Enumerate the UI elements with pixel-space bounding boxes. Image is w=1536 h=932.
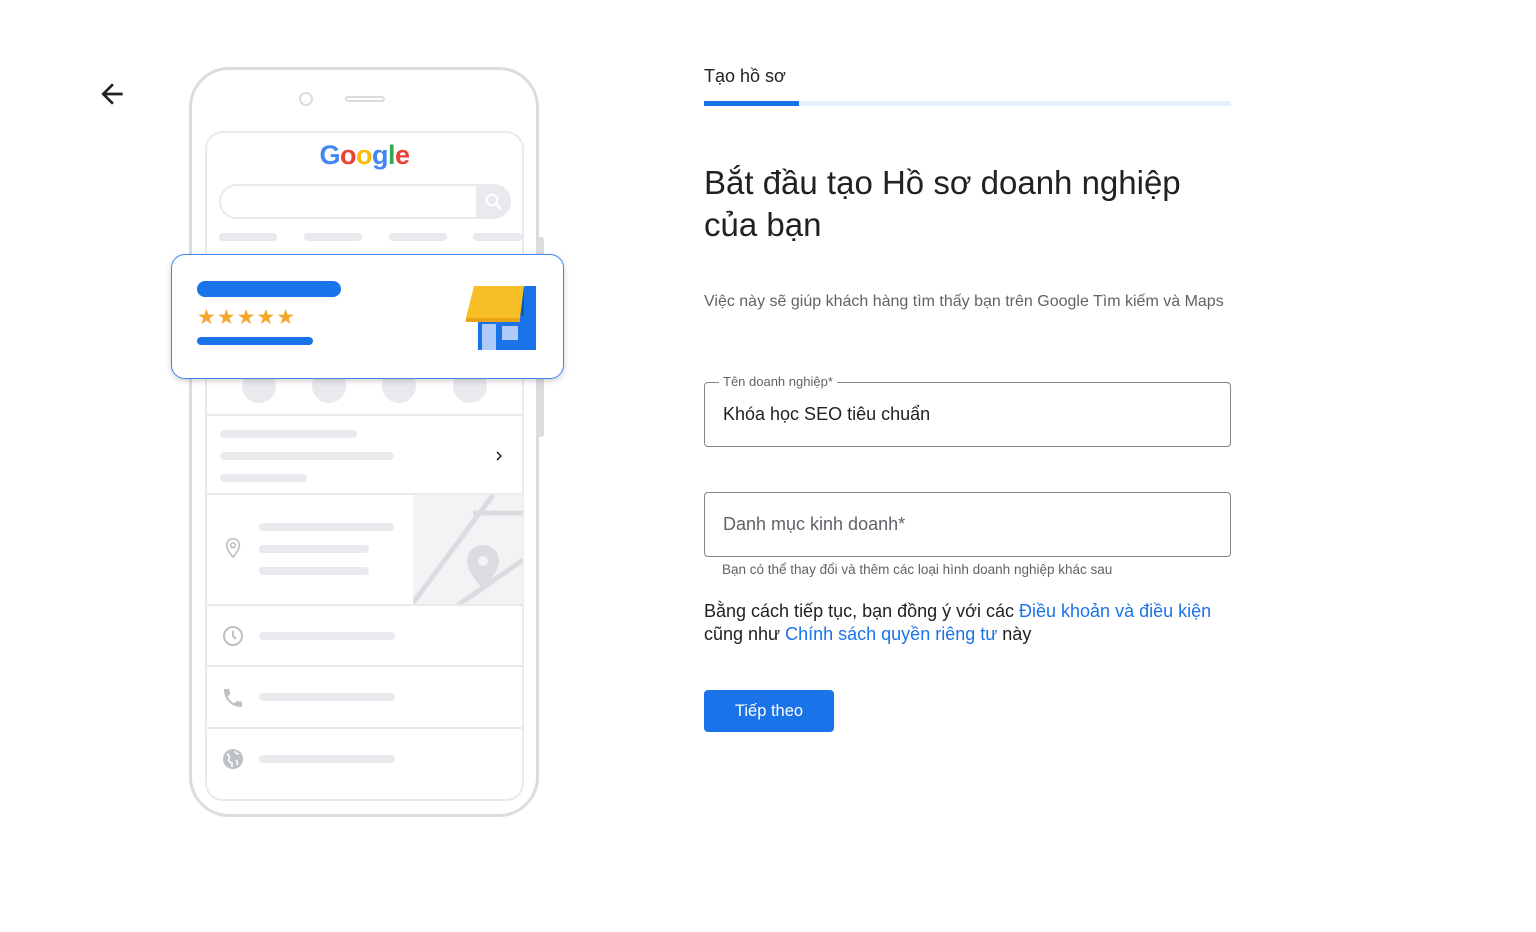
- placeholder-line: [259, 632, 395, 640]
- logo-letter: o: [355, 140, 373, 170]
- page-title: Bắt đầu tạo Hồ sơ doanh nghiệp của bạn: [704, 164, 1181, 243]
- placeholder-line: [259, 567, 369, 575]
- placeholder-line: [473, 233, 523, 241]
- placeholder-line: [259, 545, 369, 553]
- progress-bar-fill: [704, 101, 799, 106]
- storefront-icon: [466, 286, 536, 350]
- logo-letter: g: [371, 140, 389, 170]
- phone-camera: [299, 92, 313, 106]
- divider: [207, 665, 522, 667]
- search-icon: [485, 193, 503, 211]
- placeholder-line: [259, 523, 394, 531]
- location-pin-icon: [225, 538, 241, 559]
- logo-letter: o: [339, 140, 357, 170]
- placeholder-line: [220, 452, 394, 460]
- phone-icon: [224, 689, 242, 707]
- placeholder-line: [259, 755, 395, 763]
- phone-speaker: [345, 96, 385, 102]
- rating-stars: ★★★★★: [197, 305, 297, 329]
- back-button[interactable]: [96, 78, 128, 110]
- next-button[interactable]: Tiếp theo: [704, 690, 834, 732]
- page-description: Việc này sẽ giúp khách hàng tìm thấy bạn…: [704, 293, 1224, 310]
- terms-link[interactable]: Điều khoản và điều kiện: [1019, 601, 1211, 621]
- business-category-field[interactable]: [704, 492, 1231, 557]
- category-helper-text: Bạn có thể thay đổi và thêm các loại hìn…: [722, 562, 1113, 577]
- map-thumbnail: [413, 495, 523, 605]
- logo-letter: G: [319, 140, 340, 170]
- placeholder-line: [220, 430, 357, 438]
- clock-icon: [223, 626, 243, 646]
- arrow-left-icon: [101, 83, 123, 105]
- divider: [207, 414, 522, 416]
- business-category-input[interactable]: [723, 493, 1203, 556]
- globe-icon: [223, 749, 243, 769]
- divider: [207, 604, 522, 606]
- terms-suffix: này: [997, 624, 1032, 644]
- placeholder-line: [220, 474, 307, 482]
- business-name-input[interactable]: [723, 383, 1203, 446]
- placeholder-line: [197, 281, 341, 297]
- placeholder-line: [197, 337, 313, 345]
- divider: [207, 727, 522, 729]
- google-logo: Google: [205, 140, 524, 171]
- placeholder-line: [304, 233, 362, 241]
- privacy-link[interactable]: Chính sách quyền riêng tư: [785, 624, 997, 644]
- placeholder-line: [219, 233, 277, 241]
- terms-text: Bằng cách tiếp tục, bạn đồng ý với các Đ…: [704, 600, 1244, 646]
- terms-middle: cũng như: [704, 624, 786, 644]
- illustration-search-button: [476, 184, 511, 219]
- terms-prefix: Bằng cách tiếp tục, bạn đồng ý với các: [704, 601, 1019, 621]
- progress-step-label: Tạo hồ sơ: [704, 66, 786, 86]
- placeholder-line: [389, 233, 447, 241]
- business-name-field[interactable]: Tên doanh nghiệp*: [704, 373, 1231, 447]
- placeholder-line: [259, 693, 395, 701]
- logo-letter: e: [395, 140, 410, 170]
- illustration-search-bar: [219, 184, 511, 219]
- logo-letter: l: [387, 140, 396, 170]
- chevron-right-icon: [496, 451, 502, 461]
